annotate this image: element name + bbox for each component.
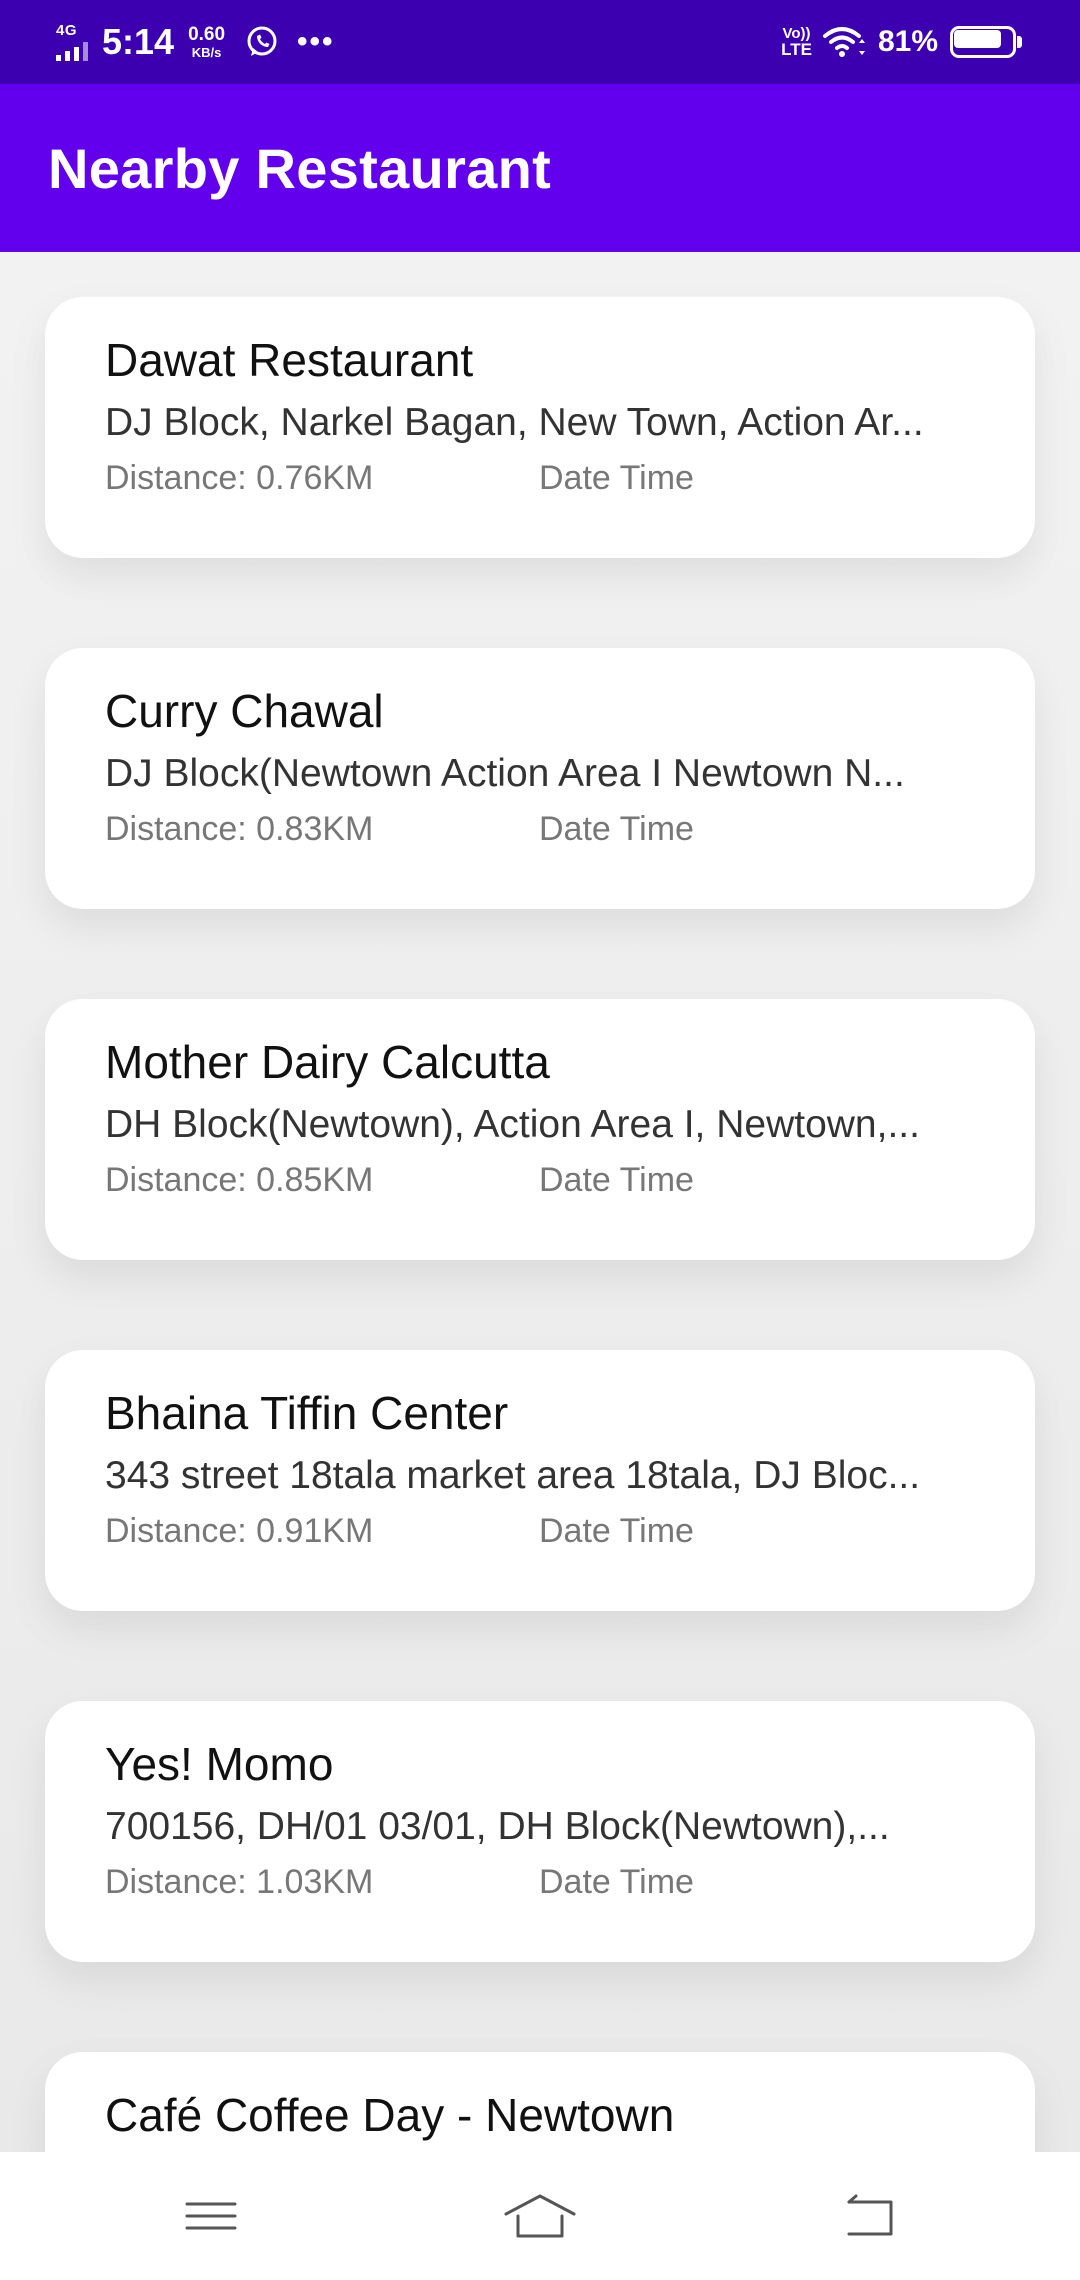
restaurant-distance: Distance: 0.85KM (105, 1161, 374, 1199)
restaurant-date-time: Date Time (539, 1161, 694, 1199)
restaurant-distance: Distance: 1.03KM (105, 1863, 374, 1901)
restaurant-date-time: Date Time (539, 810, 694, 848)
restaurant-date-time: Date Time (539, 1512, 694, 1550)
home-button[interactable] (440, 2152, 640, 2280)
wifi-icon (822, 27, 865, 57)
restaurant-date-time: Date Time (539, 459, 694, 497)
network-speed: 0.60 KB/s (188, 25, 225, 59)
restaurant-card[interactable]: Yes! Momo 700156, DH/01 03/01, DH Block(… (45, 1701, 1035, 1962)
battery-icon (950, 26, 1022, 58)
system-nav-bar (0, 2152, 1080, 2280)
signal-icon: 4G (56, 23, 88, 61)
back-button[interactable] (769, 2152, 969, 2280)
restaurant-card[interactable]: Bhaina Tiffin Center 343 street 18tala m… (45, 1350, 1035, 1611)
back-icon (847, 2194, 893, 2236)
signal-type-label: 4G (56, 22, 78, 39)
restaurant-address: DJ Block, Narkel Bagan, New Town, Action… (105, 401, 924, 444)
restaurant-name: Dawat Restaurant (105, 334, 474, 386)
status-bar: 4G 5:14 0.60 KB/s ••• Vo)) LTE 81% (0, 0, 1080, 84)
app-bar: Nearby Restaurant (0, 84, 1080, 252)
network-speed-value: 0.60 (188, 24, 226, 45)
menu-icon (185, 2202, 237, 2230)
volte-indicator: Vo)) LTE (781, 26, 812, 58)
network-speed-unit: KB/s (191, 45, 222, 60)
restaurant-date-time: Date Time (539, 1863, 694, 1901)
restaurant-distance: Distance: 0.91KM (105, 1512, 374, 1550)
restaurant-address: 700156, DH/01 03/01, DH Block(Newtown),.… (105, 1805, 890, 1848)
restaurant-address: 343 street 18tala market area 18tala, DJ… (105, 1454, 921, 1497)
restaurant-name: Yes! Momo (105, 1738, 334, 1790)
status-time: 5:14 (102, 21, 175, 62)
restaurant-card[interactable]: Curry Chawal DJ Block(Newtown Action Are… (45, 648, 1035, 909)
restaurant-address: DJ Block(Newtown Action Area I Newtown N… (105, 752, 905, 795)
restaurant-distance: Distance: 0.83KM (105, 810, 374, 848)
restaurant-list[interactable]: Dawat Restaurant DJ Block, Narkel Bagan,… (0, 252, 1080, 2152)
volte-bottom-label: LTE (781, 40, 812, 59)
menu-button[interactable] (111, 2152, 311, 2280)
restaurant-address: DH Block(Newtown), Action Area I, Newtow… (105, 1103, 920, 1146)
restaurant-name: Mother Dairy Calcutta (105, 1036, 550, 1088)
restaurant-name: Café Coffee Day - Newtown (105, 2089, 675, 2141)
restaurant-name: Curry Chawal (105, 685, 384, 737)
home-icon (504, 2194, 576, 2238)
restaurant-card[interactable]: Café Coffee Day - Newtown (45, 2052, 1035, 2152)
restaurant-card[interactable]: Dawat Restaurant DJ Block, Narkel Bagan,… (45, 297, 1035, 558)
battery-percent: 81% (877, 25, 938, 58)
page-title: Nearby Restaurant (48, 136, 552, 200)
whatsapp-icon (247, 26, 277, 56)
restaurant-card[interactable]: Mother Dairy Calcutta DH Block(Newtown),… (45, 999, 1035, 1260)
restaurant-distance: Distance: 0.76KM (105, 459, 374, 497)
volte-top-label: Vo)) (782, 25, 811, 42)
restaurant-name: Bhaina Tiffin Center (105, 1387, 509, 1439)
more-dots-icon: ••• (297, 25, 335, 58)
